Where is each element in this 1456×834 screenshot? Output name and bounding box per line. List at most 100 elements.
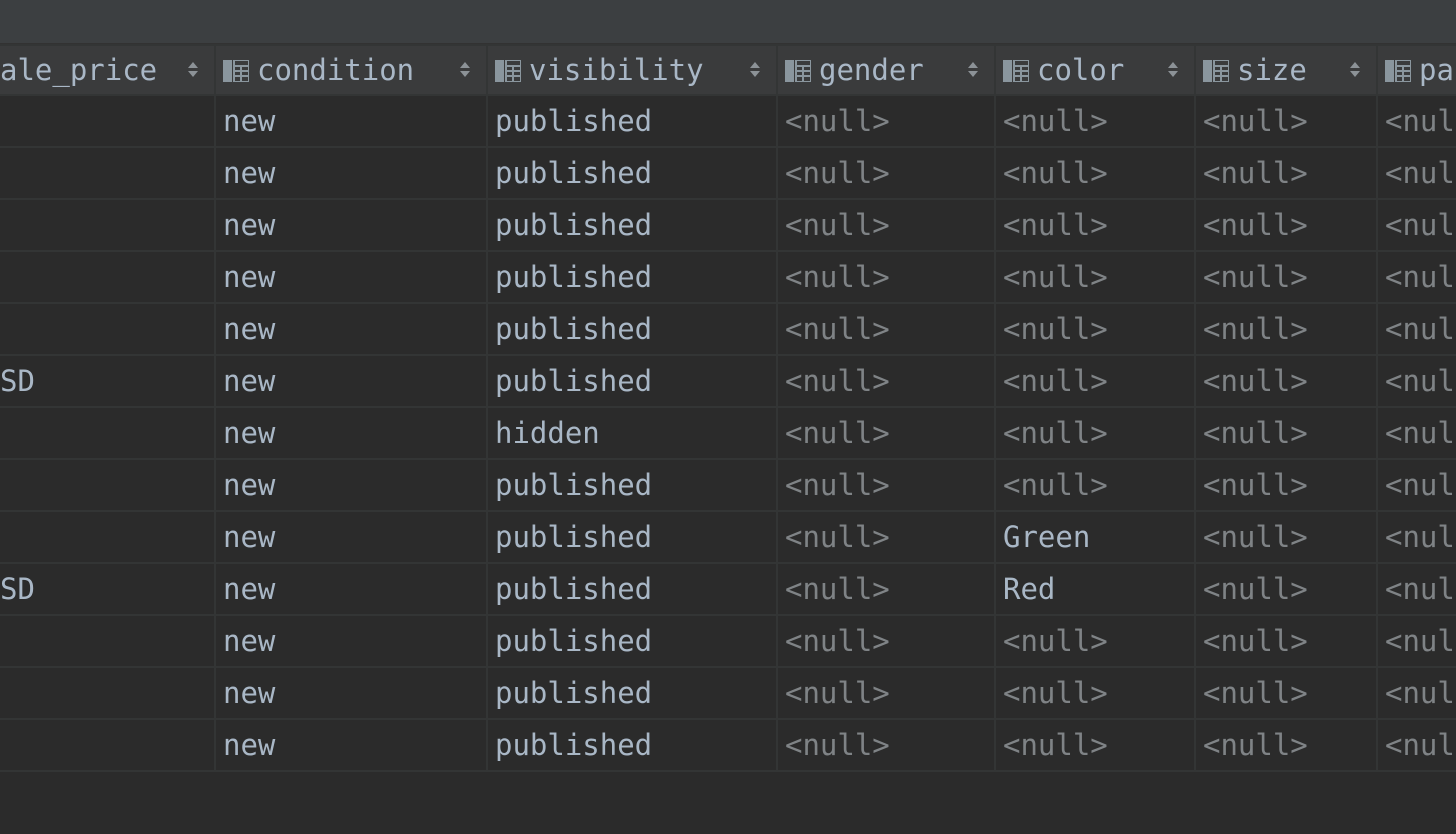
cell-pa[interactable]: <nul	[1376, 406, 1456, 460]
cell-pa[interactable]: <nul	[1376, 458, 1456, 512]
cell-ale_price[interactable]	[0, 250, 216, 304]
table-row[interactable]: SD new published <null> <null> <null> <nul	[0, 354, 1456, 408]
cell-visibility[interactable]: published	[486, 458, 778, 512]
cell-color[interactable]: <null>	[994, 94, 1196, 148]
cell-color[interactable]: <null>	[994, 198, 1196, 252]
cell-gender[interactable]: <null>	[776, 146, 996, 200]
cell-visibility[interactable]: published	[486, 354, 778, 408]
cell-size[interactable]: <null>	[1194, 146, 1378, 200]
cell-ale_price[interactable]	[0, 302, 216, 356]
cell-color[interactable]: <null>	[994, 614, 1196, 668]
column-header-ale_price[interactable]: ale_price	[0, 44, 216, 96]
cell-visibility[interactable]: published	[486, 250, 778, 304]
cell-color[interactable]: <null>	[994, 718, 1196, 772]
cell-pa[interactable]: <nul	[1376, 718, 1456, 772]
cell-condition[interactable]: new	[214, 510, 488, 564]
cell-gender[interactable]: <null>	[776, 562, 996, 616]
cell-condition[interactable]: new	[214, 94, 488, 148]
cell-visibility[interactable]: published	[486, 718, 778, 772]
cell-ale_price[interactable]	[0, 718, 216, 772]
sort-icon[interactable]	[1350, 60, 1360, 80]
cell-gender[interactable]: <null>	[776, 250, 996, 304]
cell-pa[interactable]: <nul	[1376, 666, 1456, 720]
cell-visibility[interactable]: published	[486, 302, 778, 356]
cell-color[interactable]: <null>	[994, 302, 1196, 356]
cell-ale_price[interactable]	[0, 146, 216, 200]
table-row[interactable]: new published <null> <null> <null> <nul	[0, 718, 1456, 772]
sort-icon[interactable]	[1168, 60, 1178, 80]
cell-ale_price[interactable]: SD	[0, 562, 216, 616]
cell-gender[interactable]: <null>	[776, 406, 996, 460]
cell-gender[interactable]: <null>	[776, 614, 996, 668]
column-header-size[interactable]: size	[1194, 44, 1378, 96]
cell-pa[interactable]: <nul	[1376, 354, 1456, 408]
cell-ale_price[interactable]: SD	[0, 354, 216, 408]
cell-pa[interactable]: <nul	[1376, 146, 1456, 200]
cell-visibility[interactable]: published	[486, 146, 778, 200]
cell-condition[interactable]: new	[214, 562, 488, 616]
cell-size[interactable]: <null>	[1194, 354, 1378, 408]
column-header-condition[interactable]: condition	[214, 44, 488, 96]
table-row[interactable]: new published <null> <null> <null> <nul	[0, 94, 1456, 148]
column-header-visibility[interactable]: visibility	[486, 44, 778, 96]
cell-ale_price[interactable]	[0, 94, 216, 148]
cell-color[interactable]: <null>	[994, 354, 1196, 408]
cell-size[interactable]: <null>	[1194, 250, 1378, 304]
cell-pa[interactable]: <nul	[1376, 94, 1456, 148]
table-row[interactable]: new published <null> <null> <null> <nul	[0, 458, 1456, 512]
table-row[interactable]: new published <null> Green <null> <nul	[0, 510, 1456, 564]
cell-condition[interactable]: new	[214, 718, 488, 772]
cell-size[interactable]: <null>	[1194, 94, 1378, 148]
cell-pa[interactable]: <nul	[1376, 614, 1456, 668]
cell-color[interactable]: <null>	[994, 458, 1196, 512]
cell-visibility[interactable]: published	[486, 94, 778, 148]
cell-gender[interactable]: <null>	[776, 354, 996, 408]
cell-visibility[interactable]: published	[486, 614, 778, 668]
table-row[interactable]: new published <null> <null> <null> <nul	[0, 146, 1456, 200]
cell-size[interactable]: <null>	[1194, 718, 1378, 772]
cell-condition[interactable]: new	[214, 666, 488, 720]
table-row[interactable]: new published <null> <null> <null> <nul	[0, 250, 1456, 304]
cell-ale_price[interactable]	[0, 614, 216, 668]
table-row[interactable]: new published <null> <null> <null> <nul	[0, 614, 1456, 668]
sort-icon[interactable]	[188, 60, 198, 80]
column-header-color[interactable]: color	[994, 44, 1196, 96]
cell-gender[interactable]: <null>	[776, 510, 996, 564]
sort-icon[interactable]	[750, 60, 760, 80]
cell-gender[interactable]: <null>	[776, 458, 996, 512]
cell-ale_price[interactable]	[0, 406, 216, 460]
cell-size[interactable]: <null>	[1194, 406, 1378, 460]
table-row[interactable]: new published <null> <null> <null> <nul	[0, 666, 1456, 720]
cell-visibility[interactable]: published	[486, 198, 778, 252]
cell-ale_price[interactable]	[0, 510, 216, 564]
cell-size[interactable]: <null>	[1194, 198, 1378, 252]
column-header-pa[interactable]: pa	[1376, 44, 1456, 96]
cell-gender[interactable]: <null>	[776, 94, 996, 148]
cell-visibility[interactable]: hidden	[486, 406, 778, 460]
cell-color[interactable]: Green	[994, 510, 1196, 564]
cell-size[interactable]: <null>	[1194, 562, 1378, 616]
cell-color[interactable]: <null>	[994, 666, 1196, 720]
cell-gender[interactable]: <null>	[776, 718, 996, 772]
cell-pa[interactable]: <nul	[1376, 562, 1456, 616]
cell-condition[interactable]: new	[214, 302, 488, 356]
cell-visibility[interactable]: published	[486, 510, 778, 564]
cell-visibility[interactable]: published	[486, 666, 778, 720]
cell-pa[interactable]: <nul	[1376, 250, 1456, 304]
cell-pa[interactable]: <nul	[1376, 198, 1456, 252]
cell-condition[interactable]: new	[214, 406, 488, 460]
cell-pa[interactable]: <nul	[1376, 302, 1456, 356]
cell-condition[interactable]: new	[214, 198, 488, 252]
cell-size[interactable]: <null>	[1194, 614, 1378, 668]
sort-icon[interactable]	[968, 60, 978, 80]
table-row[interactable]: SD new published <null> Red <null> <nul	[0, 562, 1456, 616]
cell-ale_price[interactable]	[0, 198, 216, 252]
cell-gender[interactable]: <null>	[776, 302, 996, 356]
cell-size[interactable]: <null>	[1194, 666, 1378, 720]
cell-color[interactable]: Red	[994, 562, 1196, 616]
cell-ale_price[interactable]	[0, 666, 216, 720]
cell-condition[interactable]: new	[214, 354, 488, 408]
cell-gender[interactable]: <null>	[776, 198, 996, 252]
cell-pa[interactable]: <nul	[1376, 510, 1456, 564]
column-header-gender[interactable]: gender	[776, 44, 996, 96]
